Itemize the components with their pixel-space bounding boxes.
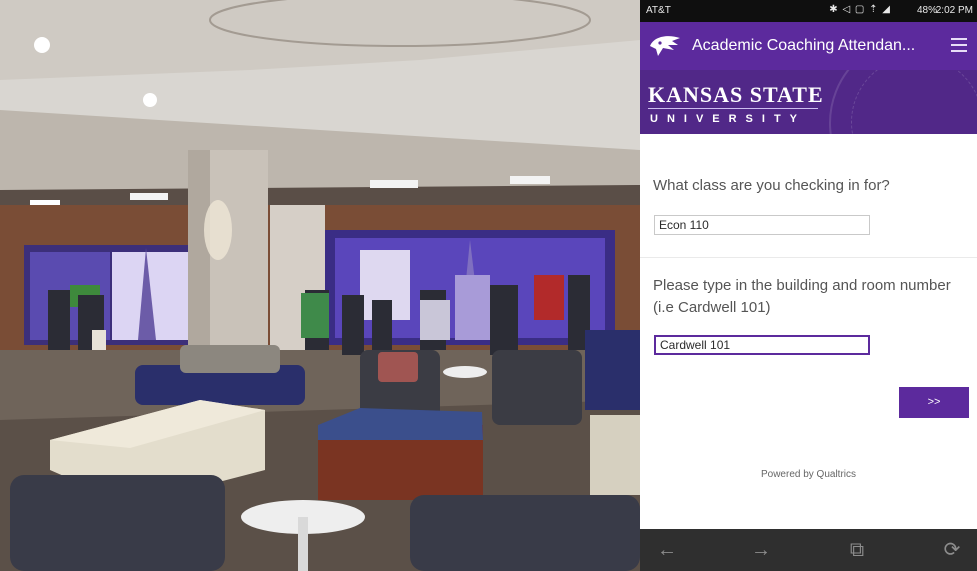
question-divider	[640, 257, 977, 258]
university-subtitle: UNIVERSITY	[650, 113, 807, 125]
lounge-scene	[0, 0, 640, 571]
lounge-photo	[0, 0, 640, 571]
phone-screen: AT&T ✱ ◁ ▢ ⇡ ◢ 48% 2:02 PM Academic Coac…	[640, 0, 977, 571]
forward-arrow-icon[interactable]: →	[748, 538, 774, 562]
university-banner: KANSAS STATE UNIVERSITY	[640, 70, 977, 134]
tabs-icon[interactable]: ⧉	[844, 538, 870, 562]
room-input[interactable]: Cardwell 101	[654, 335, 870, 355]
class-input[interactable]: Econ 110	[654, 215, 870, 235]
powered-by-footer: Powered by Qualtrics	[760, 469, 857, 480]
question-class: What class are you checking in for?	[653, 177, 890, 194]
next-button[interactable]: >>	[899, 387, 969, 418]
browser-nav-bar: ← → ⧉ ⟳	[640, 529, 977, 571]
banner-rule	[648, 108, 818, 109]
carrier-label: AT&T	[646, 5, 671, 16]
battery-label: 48%	[916, 5, 937, 16]
back-arrow-icon[interactable]: ←	[654, 538, 680, 562]
wildcat-logo-icon	[650, 36, 680, 56]
app-bar: Academic Coaching Attendan...	[640, 22, 977, 70]
university-name: KANSAS STATE	[648, 82, 824, 107]
status-indicators-icon: ✱ ◁ ▢ ⇡ ◢	[829, 4, 891, 15]
clock-label: 2:02 PM	[935, 5, 973, 16]
app-title: Academic Coaching Attendan...	[692, 37, 916, 54]
seal-decoration-inner	[851, 70, 977, 134]
question-room: Please type in the building and room num…	[653, 277, 951, 316]
refresh-icon[interactable]: ⟳	[939, 538, 965, 562]
status-bar: AT&T ✱ ◁ ▢ ⇡ ◢ 48% 2:02 PM	[640, 0, 977, 22]
hamburger-menu-icon[interactable]	[951, 38, 967, 52]
